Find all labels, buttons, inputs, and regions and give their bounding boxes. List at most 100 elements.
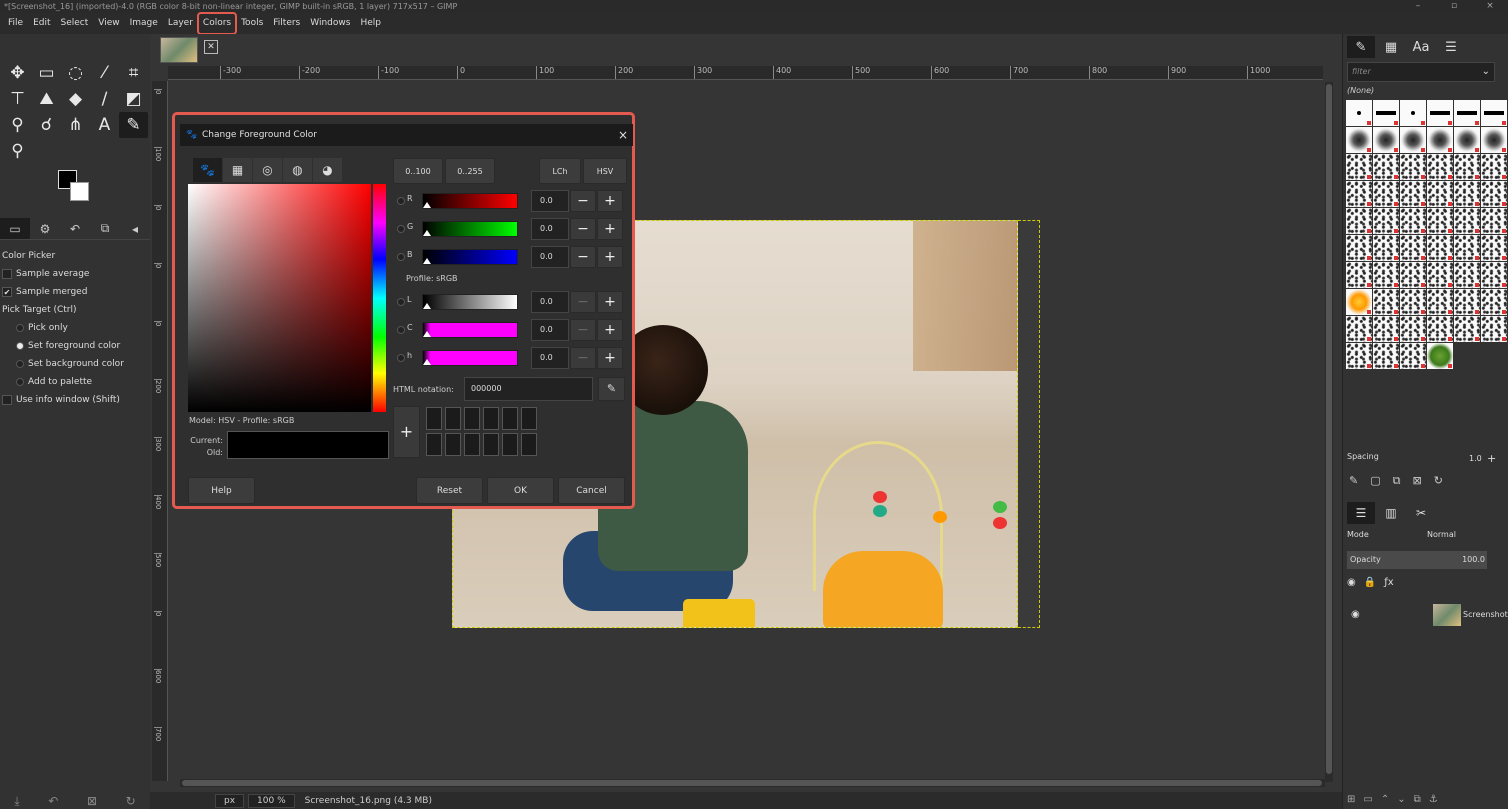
spacing-value[interactable]: 1.0: [1469, 454, 1482, 463]
device-status-tab-icon[interactable]: ⚙: [30, 218, 60, 239]
chroma-slider[interactable]: [422, 322, 518, 338]
brush-preset[interactable]: [1400, 100, 1426, 126]
dialog-close-button[interactable]: ×: [618, 124, 628, 146]
brushes-tab-icon[interactable]: ✎: [1347, 36, 1375, 58]
brush-preset[interactable]: [1454, 100, 1480, 126]
spacing-plus-button[interactable]: +: [1487, 452, 1496, 465]
hue-plus-button[interactable]: +: [597, 347, 623, 369]
edit-brush-icon[interactable]: ✎: [1349, 474, 1358, 488]
lch-button[interactable]: LCh: [539, 158, 581, 184]
history-swatch[interactable]: [521, 433, 537, 456]
reset-options-icon[interactable]: ↻: [126, 794, 136, 809]
reset-button[interactable]: Reset: [416, 477, 483, 504]
brush-preset[interactable]: [1373, 262, 1399, 288]
cancel-button[interactable]: Cancel: [558, 477, 625, 504]
chroma-value-input[interactable]: 0.0: [531, 319, 569, 341]
brush-preset[interactable]: [1481, 289, 1507, 315]
move-tool-icon[interactable]: ✥: [3, 60, 32, 86]
brush-preset[interactable]: [1454, 235, 1480, 261]
chroma-plus-button[interactable]: +: [597, 319, 623, 341]
color-picker-tool-icon[interactable]: ✎: [119, 112, 148, 138]
fuzzy-select-tool-icon[interactable]: ⁄: [90, 60, 119, 86]
paths-tool-icon[interactable]: ⋔: [61, 112, 90, 138]
layer-name[interactable]: Screenshot: [1463, 610, 1508, 619]
red-slider-row[interactable]: R 0.0 − +: [393, 190, 629, 212]
brush-preset[interactable]: [1400, 235, 1426, 261]
brush-preset[interactable]: [1346, 289, 1372, 315]
brush-preset[interactable]: [1427, 262, 1453, 288]
warp-tool-icon[interactable]: ⛰: [32, 86, 61, 112]
eraser-tool-icon[interactable]: ◩: [119, 86, 148, 112]
set-bg-row[interactable]: Set background color: [2, 355, 148, 373]
blue-minus-button[interactable]: −: [570, 246, 596, 268]
refresh-brushes-icon[interactable]: ↻: [1434, 474, 1443, 488]
layers-tab-icon[interactable]: ☰: [1347, 502, 1375, 524]
history-swatch[interactable]: [426, 433, 442, 456]
brush-preset[interactable]: [1346, 343, 1372, 369]
menu-view[interactable]: View: [93, 13, 124, 34]
history-swatch[interactable]: [464, 407, 480, 430]
sample-average-row[interactable]: Sample average: [2, 265, 148, 283]
brush-preset[interactable]: [1400, 262, 1426, 288]
history-swatch[interactable]: [426, 407, 442, 430]
zoom-tool-icon[interactable]: ⚲: [3, 138, 32, 164]
lower-layer-icon[interactable]: ⌄: [1397, 794, 1405, 805]
chroma-slider-handle[interactable]: [423, 331, 431, 337]
sample-merged-checkbox[interactable]: ✔: [2, 287, 12, 297]
close-window-button[interactable]: ×: [1472, 0, 1508, 13]
green-slider-handle[interactable]: [423, 230, 431, 236]
fg-bg-colors[interactable]: [58, 170, 92, 204]
unit-select[interactable]: px: [215, 793, 245, 808]
brush-preset[interactable]: [1454, 127, 1480, 153]
brush-preset[interactable]: [1400, 208, 1426, 234]
brush-preset[interactable]: [1346, 235, 1372, 261]
delete-options-icon[interactable]: ⊠: [87, 794, 97, 809]
brush-preset[interactable]: [1427, 235, 1453, 261]
horizontal-scrollbar[interactable]: [180, 779, 1325, 787]
brush-preset[interactable]: [1427, 127, 1453, 153]
lightness-radio[interactable]: [397, 298, 405, 306]
brush-preset[interactable]: [1481, 100, 1507, 126]
transform-tool-icon[interactable]: ⊤: [3, 86, 32, 112]
brush-preset[interactable]: [1373, 100, 1399, 126]
help-button[interactable]: Help: [188, 477, 255, 504]
brush-preset[interactable]: [1454, 316, 1480, 342]
brush-preset[interactable]: [1373, 316, 1399, 342]
new-group-icon[interactable]: ▭: [1363, 794, 1372, 805]
brush-filter-input[interactable]: filter ⌄: [1347, 62, 1495, 82]
history-swatch[interactable]: [483, 433, 499, 456]
brush-preset[interactable]: [1346, 181, 1372, 207]
green-minus-button[interactable]: −: [570, 218, 596, 240]
red-value-input[interactable]: 0.0: [531, 190, 569, 212]
brush-preset[interactable]: [1481, 262, 1507, 288]
hsv-button[interactable]: HSV: [583, 158, 627, 184]
add-palette-row[interactable]: Add to palette: [2, 373, 148, 391]
pick-only-row[interactable]: Pick only: [2, 319, 148, 337]
image-tab-thumbnail[interactable]: [160, 37, 198, 63]
red-minus-button[interactable]: −: [570, 190, 596, 212]
tab-menu-icon[interactable]: ◂: [120, 218, 150, 239]
menu-file[interactable]: File: [3, 13, 28, 34]
range-0-100-button[interactable]: 0..100: [393, 158, 443, 184]
menu-help[interactable]: Help: [355, 13, 386, 34]
menu-select[interactable]: Select: [56, 13, 94, 34]
history-swatch[interactable]: [445, 407, 461, 430]
brush-preset[interactable]: [1427, 208, 1453, 234]
html-notation-input[interactable]: 000000: [464, 377, 593, 401]
history-swatch[interactable]: [502, 433, 518, 456]
brush-preset[interactable]: [1481, 208, 1507, 234]
new-layer-icon[interactable]: ⊞: [1347, 794, 1355, 805]
mode-select[interactable]: Normal: [1427, 530, 1456, 539]
brush-preset[interactable]: [1427, 100, 1453, 126]
blue-slider-row[interactable]: B 0.0 − +: [393, 246, 629, 268]
saturation-value-picker[interactable]: [188, 184, 371, 412]
triangle-selector-tab-icon[interactable]: ◎: [253, 158, 282, 182]
vertical-scroll-thumb[interactable]: [1326, 84, 1332, 774]
vertical-scrollbar[interactable]: [1325, 82, 1333, 782]
hue-radio[interactable]: [397, 354, 405, 362]
add-palette-radio[interactable]: [16, 378, 24, 386]
green-slider[interactable]: [422, 221, 518, 237]
cmyk-selector-tab-icon[interactable]: ▦: [223, 158, 252, 182]
layer-row[interactable]: ◉ Screenshot: [1347, 604, 1508, 628]
set-fg-row[interactable]: Set foreground color: [2, 337, 148, 355]
